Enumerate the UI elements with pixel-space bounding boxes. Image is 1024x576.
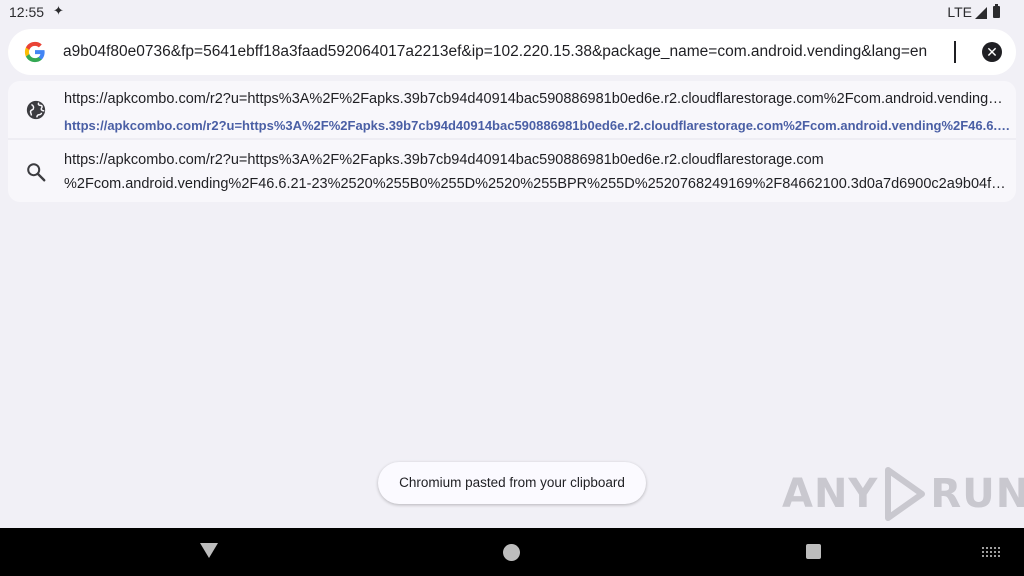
status-bar: 12:55 ✦ LTE xyxy=(0,0,1024,24)
watermark-text-right: RUN xyxy=(930,471,1024,517)
search-icon xyxy=(27,163,46,182)
suggestion-subtitle: %2Fcom.android.vending%2F46.6.21-23%2520… xyxy=(64,176,1012,192)
omnibox[interactable]: a9b04f80e0736&fp=5641ebff18a3faad5920640… xyxy=(8,29,1016,75)
status-time: 12:55 xyxy=(9,4,45,20)
signal-icon xyxy=(975,6,987,19)
recents-icon[interactable] xyxy=(806,544,821,559)
play-icon xyxy=(885,467,926,521)
suggestion-title: https://apkcombo.com/r2?u=https%3A%2F%2F… xyxy=(64,91,1012,107)
status-indicators: LTE xyxy=(947,4,1000,20)
close-icon: ✕ xyxy=(986,44,998,60)
suggestion-url: https://apkcombo.com/r2?u=https%3A%2F%2F… xyxy=(64,118,1012,133)
network-type: LTE xyxy=(947,4,972,20)
globe-icon xyxy=(26,100,46,120)
sparkle-icon: ✦ xyxy=(53,3,64,18)
watermark-text-left: ANY xyxy=(782,471,879,517)
text-cursor xyxy=(954,41,956,63)
toast: Chromium pasted from your clipboard xyxy=(378,462,646,504)
navigation-bar xyxy=(0,528,1024,576)
suggestion-item[interactable]: https://apkcombo.com/r2?u=https%3A%2F%2F… xyxy=(8,142,1016,202)
google-logo-icon xyxy=(24,41,45,63)
suggestion-item[interactable]: https://apkcombo.com/r2?u=https%3A%2F%2F… xyxy=(8,81,1016,140)
keyboard-icon[interactable] xyxy=(982,547,1000,557)
suggestion-list: https://apkcombo.com/r2?u=https%3A%2F%2F… xyxy=(8,81,1016,202)
clear-input-button[interactable]: ✕ xyxy=(982,42,1002,62)
home-icon[interactable] xyxy=(503,544,520,561)
url-input[interactable]: a9b04f80e0736&fp=5641ebff18a3faad5920640… xyxy=(63,43,957,61)
suggestion-title: https://apkcombo.com/r2?u=https%3A%2F%2F… xyxy=(64,152,824,168)
battery-icon xyxy=(993,4,1000,18)
back-icon[interactable] xyxy=(200,543,218,558)
watermark-logo: ANY RUN xyxy=(782,466,1024,522)
